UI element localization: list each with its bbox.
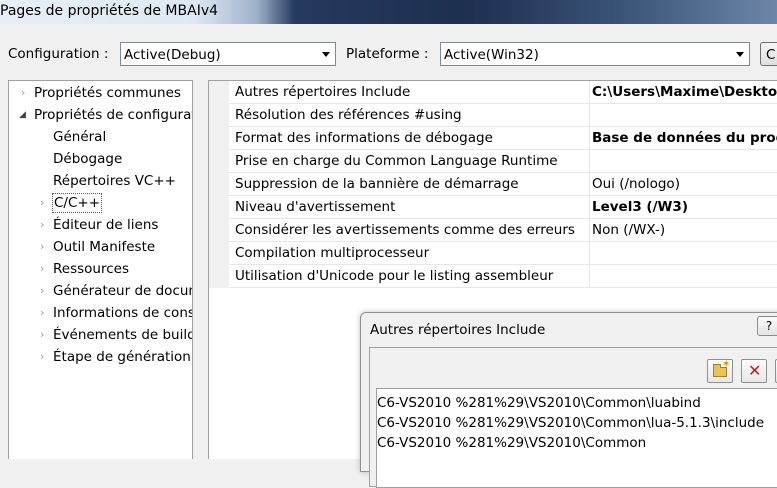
chevron-right-icon[interactable]: › xyxy=(21,82,33,104)
chevron-right-icon[interactable]: › xyxy=(40,236,52,258)
tree-item-repertoires-vc[interactable]: Répertoires VC++ xyxy=(9,170,192,192)
configuration-value: Active(Debug) xyxy=(124,47,221,63)
property-name: Niveau d'avertissement xyxy=(235,199,396,215)
property-name: Prise en charge du Common Language Runti… xyxy=(235,153,558,169)
chevron-down-icon xyxy=(736,52,744,57)
tree-item-label: Éditeur de liens xyxy=(53,217,159,233)
tree-item-label: Répertoires VC++ xyxy=(53,173,176,189)
tree-item-label: Débogage xyxy=(53,151,123,167)
tree-item-outil-manifeste[interactable]: › Outil Manifeste xyxy=(9,236,192,258)
property-value[interactable]: Level3 (/W3) xyxy=(592,199,688,215)
tree-item-evenements-build[interactable]: › Événements de build xyxy=(9,324,192,346)
dialog-title: Autres répertoires Include xyxy=(370,322,546,338)
property-row[interactable]: Niveau d'avertissement Level3 (/W3) xyxy=(229,196,777,219)
property-row[interactable]: Résolution des références #using xyxy=(229,104,777,127)
property-row[interactable]: Compilation multiprocesseur xyxy=(229,242,777,265)
tree-item-label: Propriétés de configurat xyxy=(34,107,193,123)
dialog-content: ✶ ✕ C6-VS2010 %281%29\VS2010\Common\luab… xyxy=(369,347,777,488)
platform-dropdown[interactable]: Active(Win32) xyxy=(440,42,750,66)
property-value[interactable]: C:\Users\Maxime\Desktop xyxy=(592,84,777,100)
window-title: Pages de propriétés de MBAIv4 xyxy=(0,3,219,19)
property-row[interactable]: Autres répertoires Include C:\Users\Maxi… xyxy=(229,81,777,104)
column-divider[interactable] xyxy=(589,81,590,288)
property-row[interactable]: Utilisation d'Unicode pour le listing as… xyxy=(229,265,777,288)
property-row[interactable]: Suppression de la bannière de démarrage … xyxy=(229,173,777,196)
directory-list[interactable]: C6-VS2010 %281%29\VS2010\Common\luabind … xyxy=(376,388,777,488)
configuration-bar: Configuration : Active(Debug) Plateforme… xyxy=(0,42,777,68)
property-row[interactable]: Prise en charge du Common Language Runti… xyxy=(229,150,777,173)
property-row[interactable]: Format des informations de débogage Base… xyxy=(229,127,777,150)
configuration-manager-label: C xyxy=(766,47,776,63)
sparkle-icon: ✶ xyxy=(722,359,731,370)
property-name: Utilisation d'Unicode pour le listing as… xyxy=(235,268,554,284)
tree-item-debogage[interactable]: Débogage xyxy=(9,148,192,170)
platform-label: Plateforme : xyxy=(346,46,429,62)
new-line-button[interactable]: ✶ xyxy=(707,359,733,383)
property-row[interactable]: Considérer les avertissements comme des … xyxy=(229,219,777,242)
platform-value: Active(Win32) xyxy=(444,47,539,63)
help-button[interactable]: ? xyxy=(757,316,777,336)
tree-item-editeur-de-liens[interactable]: › Éditeur de liens xyxy=(9,214,192,236)
property-name: Compilation multiprocesseur xyxy=(235,245,430,261)
list-item[interactable]: C6-VS2010 %281%29\VS2010\Common\lua-5.1.… xyxy=(377,415,764,431)
delete-line-button[interactable]: ✕ xyxy=(741,359,767,383)
tree-item-label: Général xyxy=(53,129,107,145)
tree-item-informations-construction[interactable]: › Informations de cons xyxy=(9,302,192,324)
chevron-right-icon[interactable]: › xyxy=(40,192,52,214)
chevron-right-icon[interactable]: › xyxy=(40,258,52,280)
chevron-right-icon[interactable]: › xyxy=(40,346,52,368)
chevron-right-icon[interactable]: › xyxy=(40,302,52,324)
chevron-right-icon[interactable]: › xyxy=(40,214,52,236)
tree-item-proprietes-configuration[interactable]: ◢ Propriétés de configurat xyxy=(9,104,192,126)
include-directories-dialog: Autres répertoires Include ? ✶ ✕ C6-VS20… xyxy=(360,312,777,488)
tree-item-label: Outil Manifeste xyxy=(53,239,156,255)
tree-item-general[interactable]: Général xyxy=(9,126,192,148)
property-value[interactable]: Non (/WX-) xyxy=(592,222,665,238)
list-item[interactable]: C6-VS2010 %281%29\VS2010\Common\luabind xyxy=(377,395,701,411)
chevron-right-icon[interactable]: › xyxy=(40,280,52,302)
list-item[interactable]: C6-VS2010 %281%29\VS2010\Common xyxy=(377,435,646,451)
tree-item-label: Ressources xyxy=(53,261,129,277)
tree-item-label: Générateur de docum xyxy=(53,283,193,299)
tree-item-etape-generation[interactable]: › Étape de génération xyxy=(9,346,192,368)
property-name: Considérer les avertissements comme des … xyxy=(235,222,575,238)
property-value[interactable]: Oui (/nologo) xyxy=(592,176,680,192)
tree-item-label: Étape de génération xyxy=(53,349,191,365)
title-bar: Pages de propriétés de MBAIv4 xyxy=(0,0,777,24)
help-icon: ? xyxy=(765,319,773,333)
configuration-label: Configuration : xyxy=(8,46,109,62)
tree-item-cpp[interactable]: › C/C++ xyxy=(9,192,192,214)
property-name: Format des informations de débogage xyxy=(235,130,493,146)
tree-item-ressources[interactable]: › Ressources xyxy=(9,258,192,280)
property-value[interactable]: Base de données du progra xyxy=(592,130,777,146)
property-name: Suppression de la bannière de démarrage xyxy=(235,176,519,192)
property-name: Résolution des références #using xyxy=(235,107,462,123)
configuration-manager-button[interactable]: C xyxy=(760,42,777,66)
property-name: Autres répertoires Include xyxy=(235,84,411,100)
configuration-dropdown[interactable]: Active(Debug) xyxy=(120,42,336,66)
expanded-triangle-icon[interactable]: ◢ xyxy=(19,104,31,126)
tree-item-label: Informations de cons xyxy=(53,305,193,321)
delete-icon: ✕ xyxy=(748,361,762,380)
chevron-down-icon xyxy=(322,52,330,57)
tree-item-proprietes-communes[interactable]: › Propriétés communes xyxy=(9,82,192,104)
tree-item-label: C/C++ xyxy=(51,193,103,213)
tree-item-label: Propriétés communes xyxy=(34,85,181,101)
tree-item-generateur-documents[interactable]: › Générateur de docum xyxy=(9,280,192,302)
tree-item-label: Événements de build xyxy=(53,327,193,343)
property-tree[interactable]: › Propriétés communes ◢ Propriétés de co… xyxy=(8,80,193,459)
grid-gutter xyxy=(209,81,229,288)
chevron-right-icon[interactable]: › xyxy=(40,324,52,346)
